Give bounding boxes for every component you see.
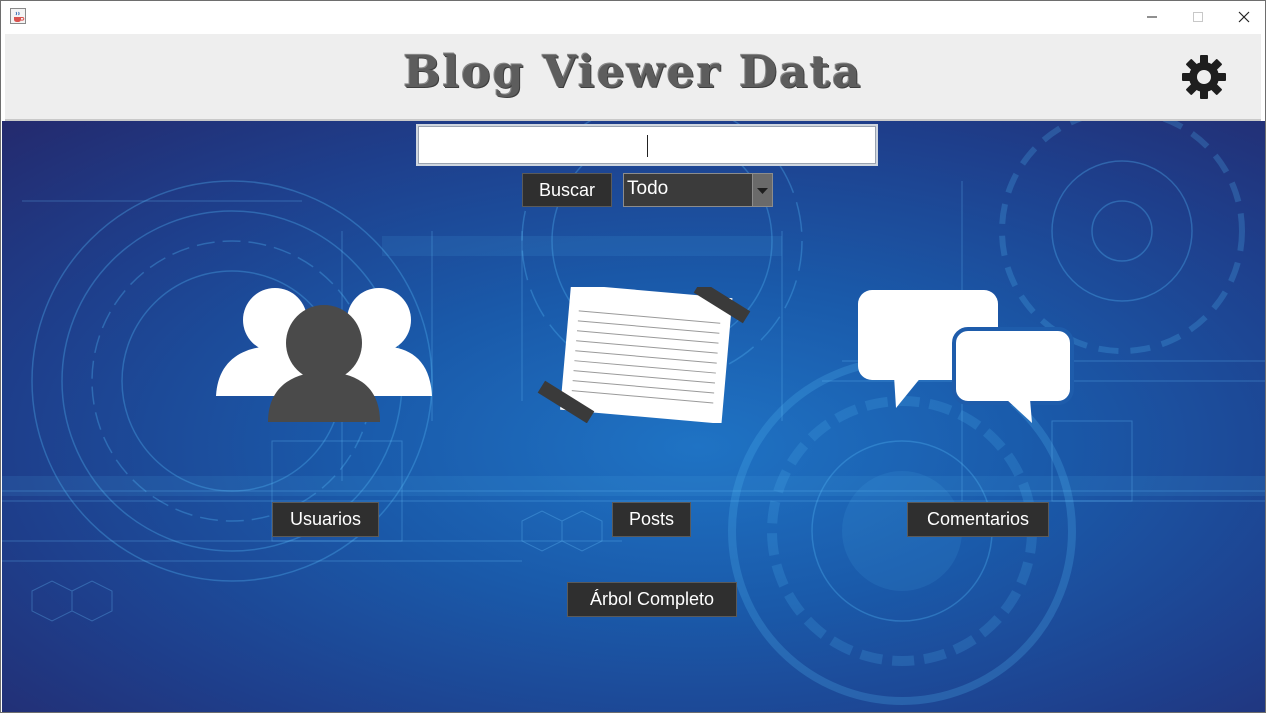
users-group-icon [216,288,432,422]
speech-bubbles-icon [858,290,1074,423]
close-icon [1238,11,1250,23]
full-tree-button[interactable]: Árbol Completo [567,582,737,617]
text-caret [647,135,648,157]
close-button[interactable] [1221,1,1265,33]
maximize-button[interactable] [1175,1,1221,33]
filter-select[interactable]: Todo [623,173,773,207]
maximize-icon [1193,12,1203,22]
main-panel: Buscar Todo Usuarios Posts Comentarios Á… [2,121,1265,712]
taped-note-icon [537,287,751,423]
title-bar [1,1,1265,33]
chevron-down-icon [757,188,768,194]
app-header: Blog Viewer Data [5,34,1261,121]
search-button[interactable]: Buscar [522,173,612,207]
java-cup-icon [10,8,26,24]
app-title: Blog Viewer Data [403,47,863,98]
dropdown-arrow[interactable] [752,174,772,206]
minimize-button[interactable] [1129,1,1175,33]
gear-icon[interactable] [1181,54,1227,100]
minimize-icon [1147,16,1157,18]
posts-button[interactable]: Posts [612,502,691,537]
search-input[interactable] [416,124,878,166]
app-window: Blog Viewer Data Buscar Todo Usuarios Po… [0,0,1266,713]
comments-button[interactable]: Comentarios [907,502,1049,537]
filter-select-value: Todo [627,178,669,199]
users-button[interactable]: Usuarios [272,502,379,537]
